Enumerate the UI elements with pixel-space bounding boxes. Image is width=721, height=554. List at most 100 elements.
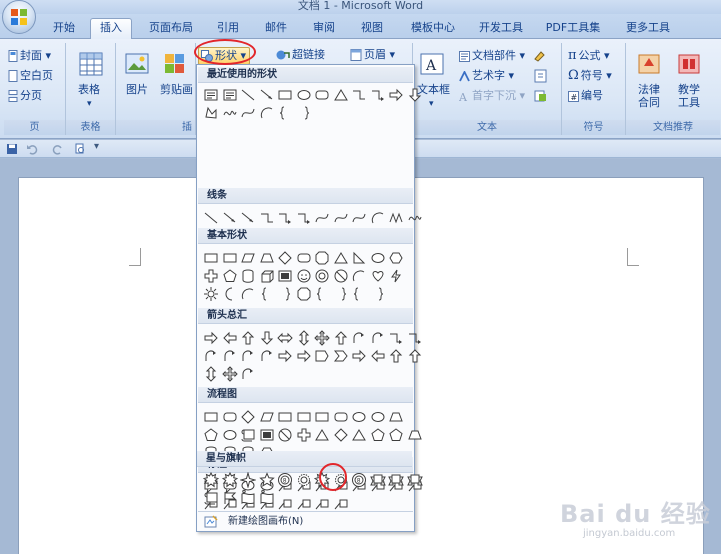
- page-break-button[interactable]: 分页: [8, 89, 42, 103]
- shape-rect[interactable]: [314, 409, 330, 425]
- shape-line[interactable]: [203, 210, 219, 226]
- shape-ribbon[interactable]: [388, 472, 404, 488]
- shape-cross[interactable]: [203, 268, 219, 284]
- tab-pdf-tools[interactable]: PDF工具集: [538, 19, 608, 39]
- shape-rect[interactable]: [296, 409, 312, 425]
- save-icon[interactable]: [6, 143, 18, 155]
- shape-rarrow[interactable]: [388, 87, 404, 103]
- shape-elbowarr[interactable]: [370, 87, 386, 103]
- tab-view[interactable]: 视图: [352, 19, 392, 39]
- shape-pent[interactable]: [222, 268, 238, 284]
- law-contract-button[interactable]: 法律 合同: [638, 83, 660, 109]
- shape-callline[interactable]: [277, 497, 293, 513]
- shape-rrect[interactable]: [296, 250, 312, 266]
- shape-oval[interactable]: [351, 409, 367, 425]
- shape-quad[interactable]: [314, 330, 330, 346]
- shape-seal[interactable]: 8: [351, 472, 367, 488]
- shape-burst[interactable]: [314, 472, 330, 488]
- shape-darrow[interactable]: [259, 330, 275, 346]
- tab-page-layout[interactable]: 页面布局: [138, 19, 204, 39]
- clipart-button[interactable]: 剪贴画: [160, 83, 193, 97]
- shape-text[interactable]: [203, 87, 219, 103]
- shape-trap[interactable]: [259, 250, 275, 266]
- new-drawing-canvas-item[interactable]: 新建绘图画布(N): [198, 511, 413, 531]
- shape-callline[interactable]: [333, 497, 349, 513]
- shape-rect[interactable]: [277, 409, 293, 425]
- shape-star5[interactable]: [258, 472, 275, 488]
- shape-rect[interactable]: [203, 250, 219, 266]
- shape-uarrow[interactable]: [240, 330, 256, 346]
- shape-octa[interactable]: [314, 250, 330, 266]
- tab-review[interactable]: 审阅: [304, 19, 344, 39]
- shape-trap[interactable]: [407, 427, 423, 443]
- shape-trap[interactable]: [388, 409, 404, 425]
- textbox-dropdown-arrow[interactable]: ▾: [429, 97, 434, 111]
- blank-page-button[interactable]: 空白页: [8, 69, 53, 83]
- picture-icon[interactable]: [124, 51, 150, 77]
- print-preview-icon[interactable]: [74, 143, 86, 155]
- shape-octa[interactable]: [296, 286, 312, 302]
- shape-rarrow[interactable]: [277, 348, 293, 364]
- hyperlink-button[interactable]: 超链接: [276, 48, 325, 62]
- shape-rbrace[interactable]: [277, 286, 293, 302]
- shape-oval[interactable]: [222, 427, 238, 443]
- shape-curvarr[interactable]: [240, 366, 256, 382]
- shape-heart[interactable]: [370, 268, 386, 284]
- picture-button[interactable]: 图片: [126, 83, 148, 97]
- shape-rrect[interactable]: [222, 409, 238, 425]
- shape-arc[interactable]: [259, 105, 275, 121]
- undo-icon[interactable]: [26, 143, 38, 155]
- shape-pent[interactable]: [370, 427, 386, 443]
- shape-wave[interactable]: [259, 490, 275, 506]
- shape-diamond[interactable]: [333, 427, 349, 443]
- shape-curvarr[interactable]: [203, 348, 219, 364]
- header-button[interactable]: 页眉 ▾: [350, 48, 395, 62]
- shape-oval[interactable]: [370, 409, 386, 425]
- shape-pentarr[interactable]: [314, 348, 330, 364]
- object-icon[interactable]: [533, 89, 549, 103]
- shape-para[interactable]: [240, 250, 256, 266]
- shape-arrowline[interactable]: [259, 87, 275, 103]
- shape-rrect[interactable]: [314, 87, 330, 103]
- formula-button[interactable]: π 公式 ▾: [568, 49, 610, 63]
- teaching-tools-icon[interactable]: [676, 51, 702, 77]
- tab-developer[interactable]: 开发工具: [470, 19, 532, 39]
- tab-insert[interactable]: 插入: [90, 18, 132, 40]
- shape-udarrow[interactable]: [296, 330, 312, 346]
- shape-brace[interactable]: [259, 286, 275, 302]
- shape-rbrace[interactable]: [333, 286, 349, 302]
- tab-home[interactable]: 开始: [44, 19, 84, 39]
- tab-template-center[interactable]: 模板中心: [400, 19, 466, 39]
- shape-smiley[interactable]: [296, 268, 312, 284]
- shape-quad[interactable]: [221, 366, 238, 382]
- shape-pent[interactable]: [203, 427, 219, 443]
- shape-darrow[interactable]: [407, 87, 423, 103]
- shape-rarrow[interactable]: [203, 330, 219, 346]
- shape-oval[interactable]: [370, 250, 386, 266]
- shape-line[interactable]: [240, 87, 256, 103]
- shape-nosym[interactable]: [333, 268, 349, 284]
- shape-arc[interactable]: [240, 286, 256, 302]
- datetime-icon[interactable]: [533, 69, 549, 83]
- shape-scribble[interactable]: [407, 210, 423, 226]
- shape-chevron[interactable]: [333, 348, 349, 364]
- shape-rect[interactable]: [203, 409, 219, 425]
- shape-rect[interactable]: [222, 250, 238, 266]
- teaching-tools-button[interactable]: 教学 工具: [678, 83, 700, 109]
- shape-uarrow[interactable]: [388, 348, 404, 364]
- shape-tri[interactable]: [314, 427, 330, 443]
- tab-more-tools[interactable]: 更多工具: [616, 19, 680, 39]
- table-button[interactable]: 表格: [78, 83, 100, 97]
- shape-freeform[interactable]: [203, 105, 219, 121]
- shape-frame[interactable]: [259, 427, 275, 443]
- shape-callline[interactable]: [296, 497, 312, 513]
- shape-udarrow[interactable]: [203, 366, 219, 382]
- shape-pent[interactable]: [388, 427, 404, 443]
- shape-gear[interactable]: [333, 472, 349, 488]
- shape-text[interactable]: [222, 87, 238, 103]
- shape-tri[interactable]: [333, 87, 349, 103]
- shape-curvarr[interactable]: [351, 330, 367, 346]
- shape-elbowarr[interactable]: [388, 330, 404, 346]
- shape-elbowarr[interactable]: [296, 210, 312, 226]
- shape-scribble[interactable]: [222, 105, 238, 121]
